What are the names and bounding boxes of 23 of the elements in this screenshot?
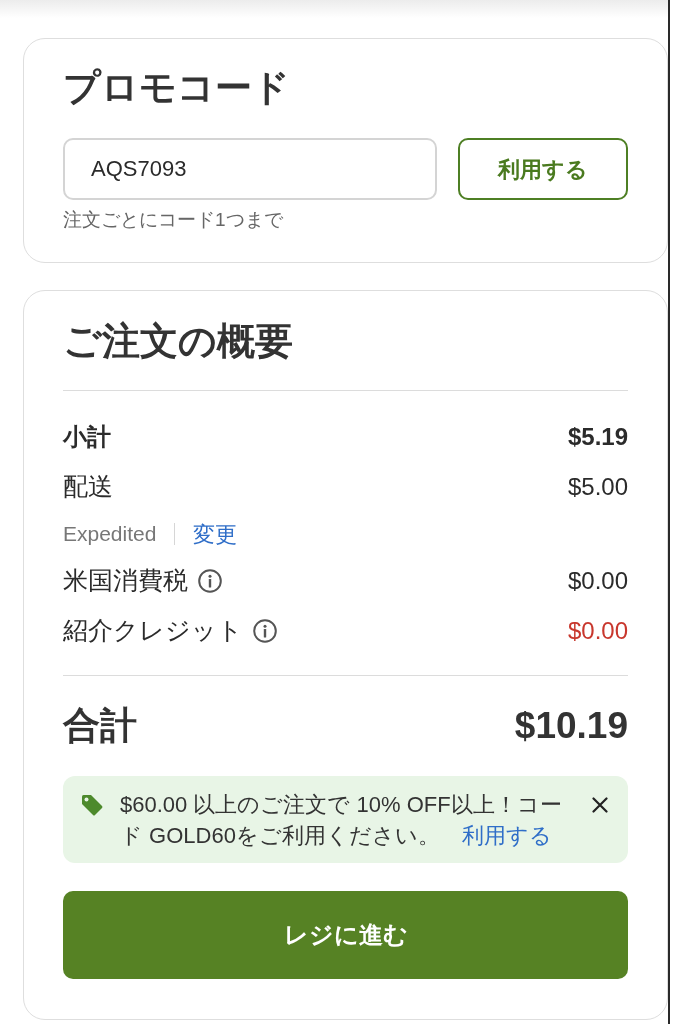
tag-icon	[80, 793, 104, 817]
promo-code-input[interactable]: AQS7093	[63, 138, 437, 200]
row-amount: $0.00	[567, 616, 628, 646]
section-title: ご注文の概要	[63, 319, 294, 364]
row-label: 配送	[63, 471, 113, 503]
shipping-method: Expedited	[63, 521, 157, 548]
checkout-button[interactable]: レジに進む	[63, 891, 628, 979]
row-label: 紹介クレジット	[63, 615, 243, 647]
row-label: 小計	[63, 422, 111, 452]
row-amount: $5.19	[567, 422, 628, 452]
row-label: 米国消費税	[63, 565, 188, 597]
apply-button[interactable]: 利用する	[458, 138, 628, 200]
total-amount: $10.19	[514, 704, 628, 749]
section-title: プロモコード	[63, 66, 291, 110]
change-link[interactable]: 変更	[193, 517, 238, 551]
info-icon[interactable]	[253, 619, 277, 643]
promo-message: $60.00 以上のご注文で 10% OFF以上！コード GOLD60をご利用ください。 利用する	[120, 791, 563, 850]
row-amount: $5.00	[567, 472, 628, 502]
info-icon[interactable]	[198, 569, 222, 593]
total-label: 合計	[63, 704, 137, 749]
hint-text: 注文ごとにコード1つまで	[63, 208, 284, 232]
apply-link[interactable]: 利用する	[461, 823, 552, 848]
row-amount: $0.00	[567, 566, 628, 596]
